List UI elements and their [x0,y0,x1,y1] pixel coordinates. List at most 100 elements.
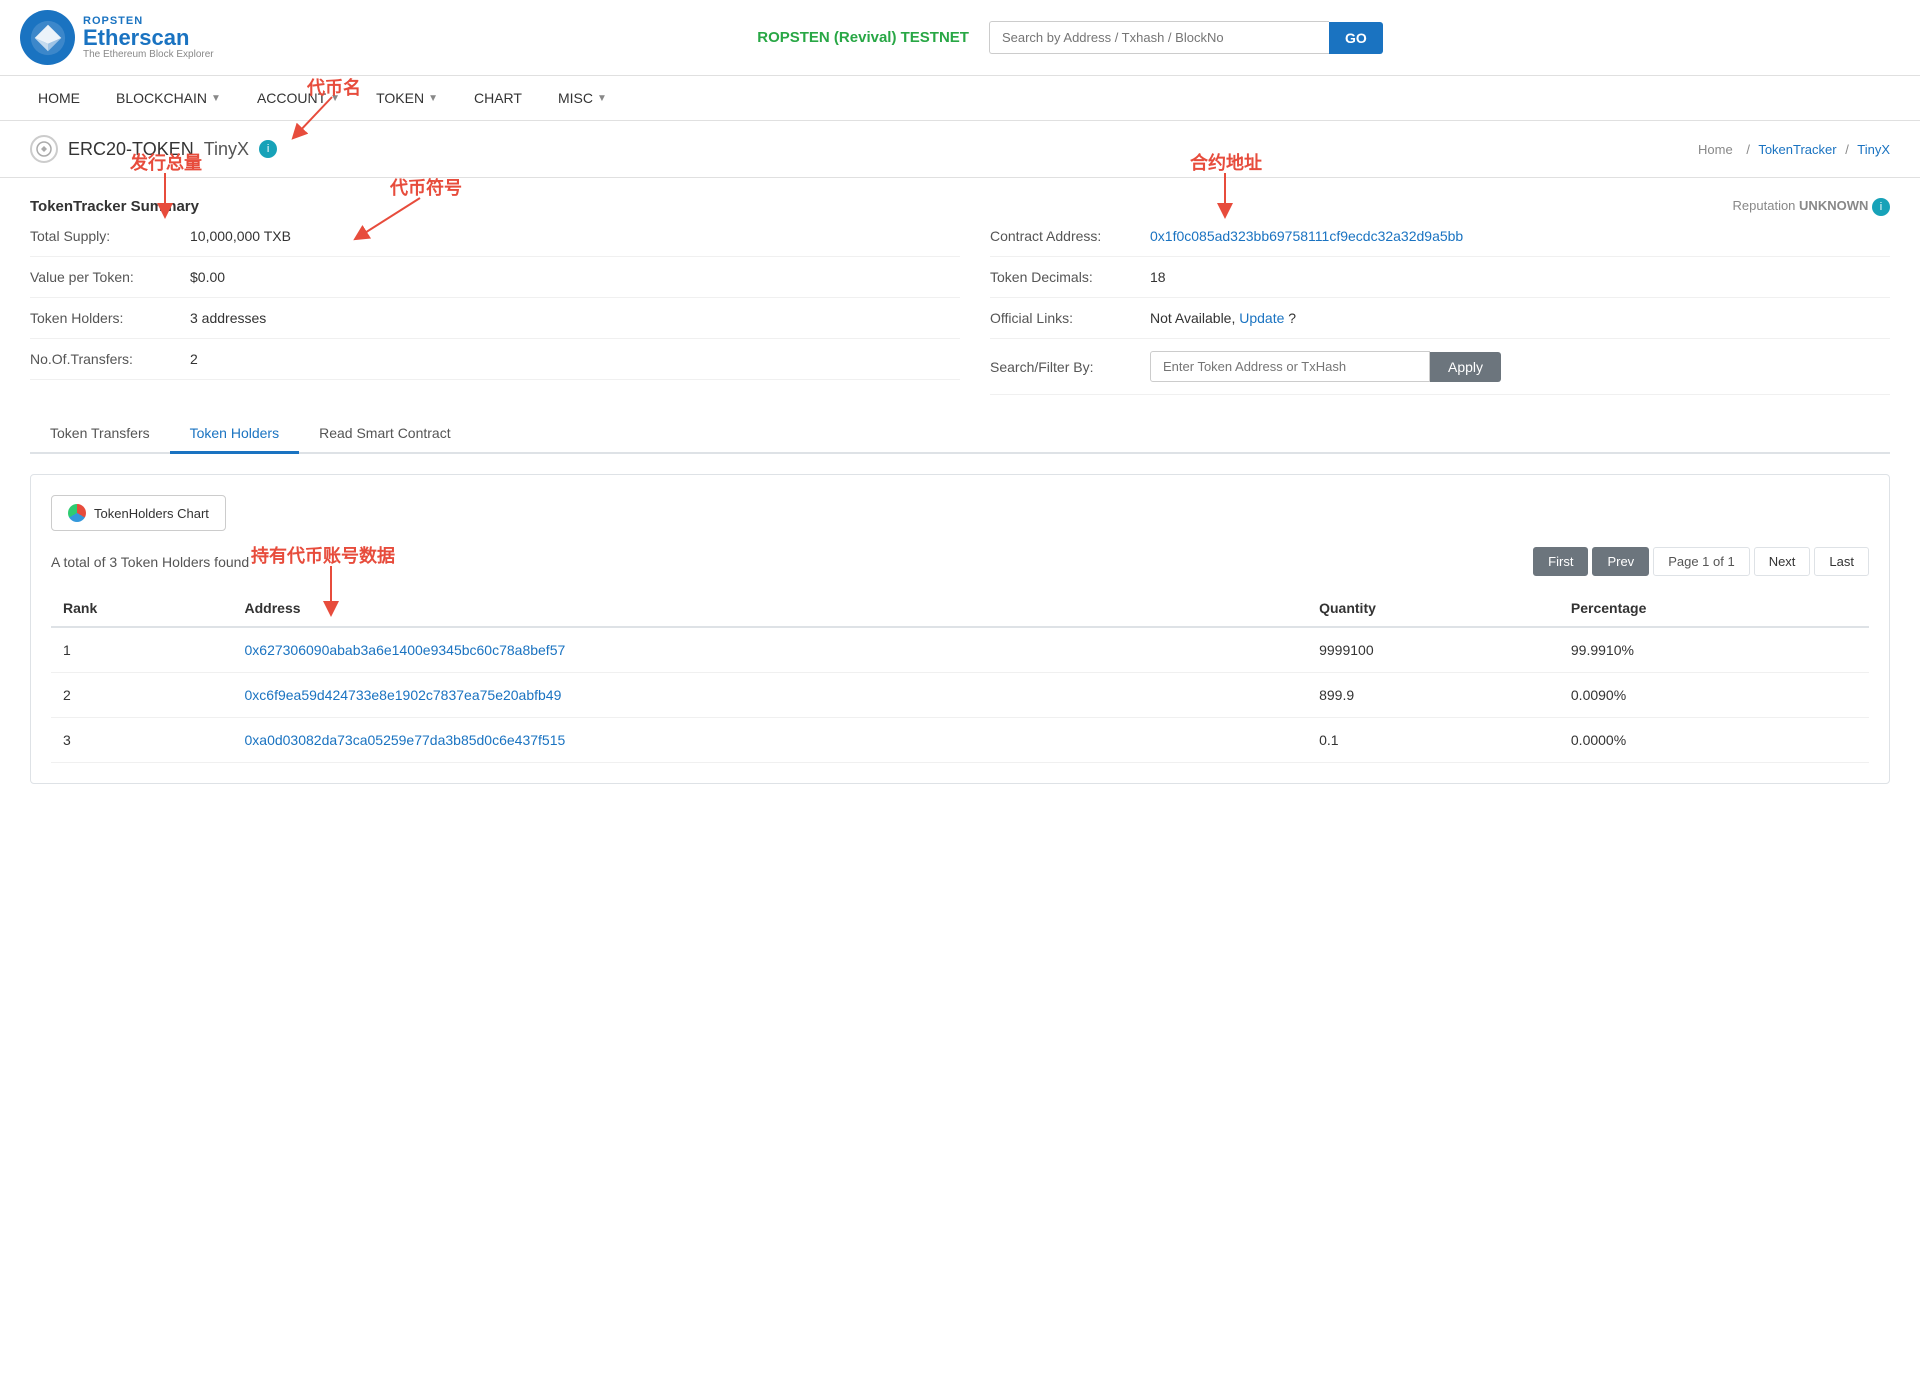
quantity-cell: 0.1 [1307,718,1559,763]
nav-blockchain[interactable]: BLOCKCHAIN ▼ [98,76,239,120]
apply-button[interactable]: Apply [1430,352,1501,382]
token-holders-chart-button[interactable]: TokenHolders Chart [51,495,226,531]
tabs: Token Transfers Token Holders Read Smart… [30,415,1890,454]
quantity-cell: 9999100 [1307,627,1559,673]
no-transfers-label: No.Of.Transfers: [30,351,190,367]
logo-etherscan: Etherscan [83,27,214,49]
next-page-button[interactable]: Next [1754,547,1811,576]
chevron-down-icon: ▼ [428,93,438,104]
official-links-row: Official Links: Not Available, Update ? [990,298,1890,339]
reputation-info-icon[interactable]: i [1872,198,1890,216]
percentage-cell: 0.0000% [1559,718,1869,763]
search-bar: GO [989,21,1383,54]
no-transfers-row: No.Of.Transfers: 2 [30,339,960,380]
header-center: ROPSTEN (Revival) TESTNET GO [240,21,1900,54]
page-header: ERC20-TOKEN TinyX i 代币名 Home / Token [0,121,1920,178]
main-nav: HOME BLOCKCHAIN ▼ ACCOUNT ▼ TOKEN ▼ CHAR… [0,76,1920,121]
tab-read-smart-contract[interactable]: Read Smart Contract [299,415,471,454]
contract-address-label: Contract Address: [990,228,1150,244]
total-supply-row: Total Supply: 10,000,000 TXB 发行总量 [30,216,960,257]
chevron-down-icon: ▼ [211,93,221,104]
tab-token-transfers[interactable]: Token Transfers [30,415,170,454]
table-row: 1 0x627306090abab3a6e1400e9345bc60c78a8b… [51,627,1869,673]
filter-input[interactable] [1150,351,1430,382]
table-row: 2 0xc6f9ea59d424733e8e1902c7837ea75e20ab… [51,673,1869,718]
address-cell[interactable]: 0xc6f9ea59d424733e8e1902c7837ea75e20abfb… [233,673,1308,718]
value-per-token-value: $0.00 [190,269,225,285]
token-icon [30,135,58,163]
pagination-row: A total of 3 Token Holders found 持有代币账号数… [51,547,1869,576]
address-cell[interactable]: 0x627306090abab3a6e1400e9345bc60c78a8bef… [233,627,1308,673]
no-transfers-value: 2 [190,351,198,367]
address-cell[interactable]: 0xa0d03082da73ca05259e77da3b85d0c6e437f5… [233,718,1308,763]
rank-cell: 1 [51,627,233,673]
logo-icon [20,10,75,65]
search-filter-label: Search/Filter By: [990,359,1150,375]
search-filter-row: Search/Filter By: Apply [990,339,1890,395]
token-name: TinyX [204,139,249,160]
pagination: First Prev Page 1 of 1 Next Last [1533,547,1869,576]
col-rank: Rank [51,590,233,627]
svg-text:持有代币账号数据: 持有代币账号数据 [251,545,395,566]
rank-cell: 3 [51,718,233,763]
token-holders-label: Token Holders: [30,310,190,326]
last-page-button[interactable]: Last [1814,547,1869,576]
breadcrumb: Home / TokenTracker / TinyX [1693,142,1890,157]
token-decimals-value: 18 [1150,269,1166,285]
info-icon[interactable]: i [259,140,277,158]
contract-address-row: Contract Address: 0x1f0c085ad323bb697581… [990,216,1890,257]
summary-title: TokenTracker Summary [30,198,199,215]
contract-address-value[interactable]: 0x1f0c085ad323bb69758111cf9ecdc32a32d9a5… [1150,228,1463,244]
first-page-button[interactable]: First [1533,547,1588,576]
total-supply-value: 10,000,000 TXB [190,228,291,244]
logo-subtitle: The Ethereum Block Explorer [83,49,214,60]
official-links-value: Not Available, Update ? [1150,310,1296,326]
chevron-down-icon: ▼ [330,93,340,104]
page-title: ERC20-TOKEN [68,139,194,160]
summary-left-col: Total Supply: 10,000,000 TXB 发行总量 [30,216,960,395]
chart-section: TokenHolders Chart A total of 3 Token Ho… [30,474,1890,784]
logo-area: ROPSTEN Etherscan The Ethereum Block Exp… [20,10,240,65]
header: ROPSTEN Etherscan The Ethereum Block Exp… [0,0,1920,76]
col-quantity: Quantity [1307,590,1559,627]
filter-input-wrap: Apply [1150,351,1501,382]
token-decimals-label: Token Decimals: [990,269,1150,285]
summary-grid: Total Supply: 10,000,000 TXB 发行总量 [30,216,1890,395]
token-decimals-row: Token Decimals: 18 [990,257,1890,298]
tab-token-holders[interactable]: Token Holders [170,415,300,454]
summary-section: TokenTracker Summary Reputation UNKNOWN … [30,198,1890,395]
nav-token[interactable]: TOKEN ▼ [358,76,456,120]
token-holders-value: 3 addresses [190,310,266,326]
table-row: 3 0xa0d03082da73ca05259e77da3b85d0c6e437… [51,718,1869,763]
col-percentage: Percentage [1559,590,1869,627]
percentage-cell: 0.0090% [1559,673,1869,718]
prev-page-button[interactable]: Prev [1592,547,1649,576]
total-supply-label: Total Supply: [30,228,190,244]
nav-home[interactable]: HOME [20,76,98,120]
breadcrumb-current-link[interactable]: TinyX [1857,142,1890,157]
token-holders-row: Token Holders: 3 addresses [30,298,960,339]
svg-text:代币符号: 代币符号 [389,177,462,198]
total-holders-text: A total of 3 Token Holders found [51,554,249,570]
nav-chart[interactable]: CHART [456,76,540,120]
chevron-down-icon: ▼ [597,93,607,104]
page-indicator: Page 1 of 1 [1653,547,1750,576]
nav-account[interactable]: ACCOUNT ▼ [239,76,358,120]
summary-right-col: Contract Address: 0x1f0c085ad323bb697581… [960,216,1890,395]
testnet-label: ROPSTEN (Revival) TESTNET [757,29,969,46]
holders-table: Rank Address Quantity Percentage 1 0x627… [51,590,1869,763]
pie-chart-icon [68,504,86,522]
reputation-badge: Reputation UNKNOWN i [1733,198,1890,216]
rank-cell: 2 [51,673,233,718]
update-link[interactable]: Update [1239,310,1284,326]
main-content: TokenTracker Summary Reputation UNKNOWN … [0,178,1920,804]
official-links-label: Official Links: [990,310,1150,326]
search-button[interactable]: GO [1329,22,1383,54]
nav-misc[interactable]: MISC ▼ [540,76,625,120]
breadcrumb-tracker-link[interactable]: TokenTracker [1758,142,1836,157]
quantity-cell: 899.9 [1307,673,1559,718]
search-input[interactable] [989,21,1329,54]
percentage-cell: 99.9910% [1559,627,1869,673]
page-title-area: ERC20-TOKEN TinyX i 代币名 [30,135,307,163]
value-per-token-row: Value per Token: $0.00 [30,257,960,298]
